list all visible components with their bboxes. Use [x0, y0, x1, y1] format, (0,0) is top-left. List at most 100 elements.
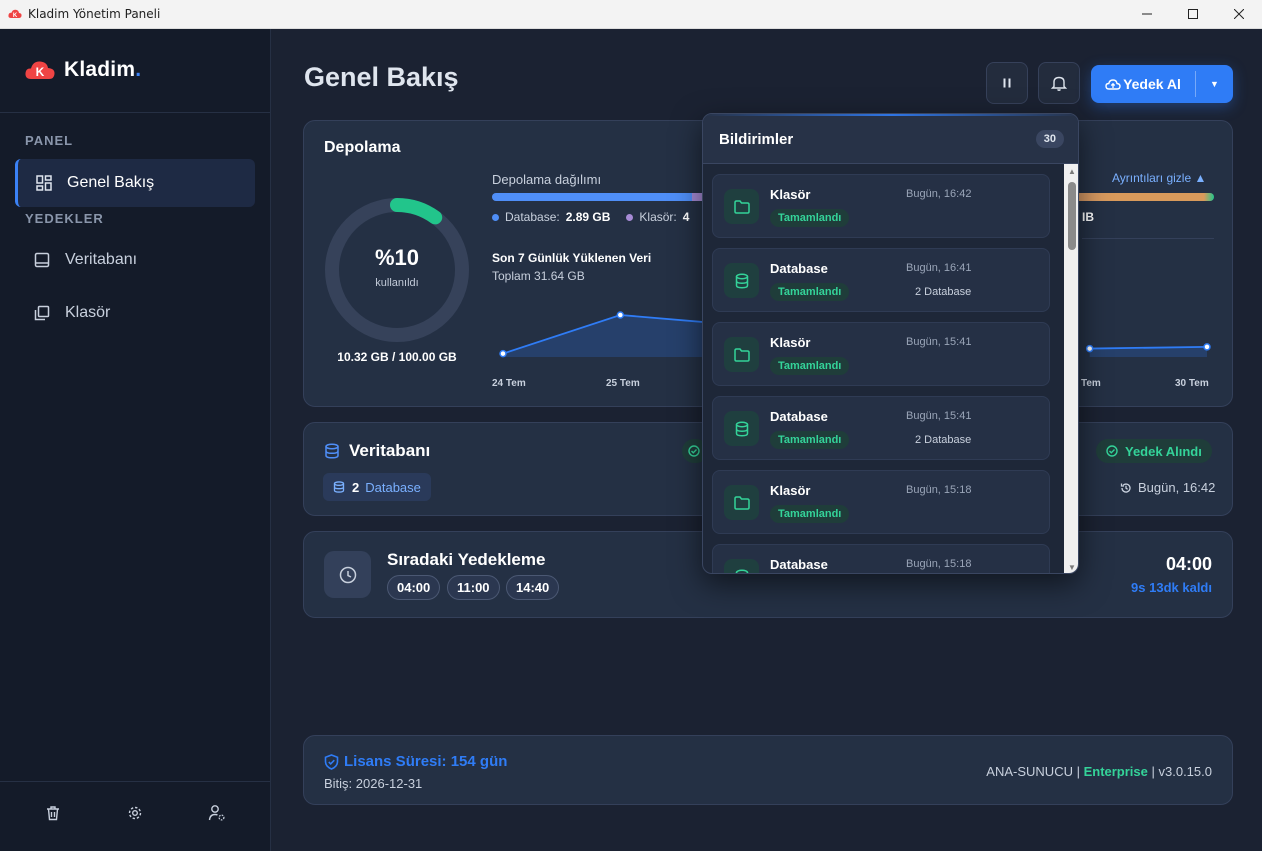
backup-button-group: Yedek Al ▼	[1091, 65, 1233, 103]
maximize-icon	[1188, 9, 1198, 19]
database-icon	[724, 559, 759, 573]
database-icon	[724, 263, 759, 298]
database-count: 2	[352, 479, 360, 495]
last-backup-text: Bugün, 16:42	[1138, 480, 1216, 495]
status-badge: Yedek Alındı	[1096, 439, 1212, 463]
close-window-button[interactable]	[1216, 0, 1262, 29]
user-settings-icon	[208, 805, 225, 821]
notification-name: Database	[770, 557, 828, 572]
notification-time: Bugün, 15:41	[906, 410, 972, 422]
database-count-chip[interactable]: 2 Database	[323, 473, 431, 501]
notification-item[interactable]: DatabaseBugün, 15:18Tamamlandı	[712, 544, 1050, 573]
sidebar-item-label: Veritabanı	[65, 251, 138, 268]
legend-divider	[1082, 238, 1214, 239]
svg-text:K: K	[13, 13, 18, 19]
notification-item[interactable]: Database Bugün, 16:41 Tamamlandı 2 Database	[712, 248, 1050, 312]
pause-icon	[1003, 78, 1011, 88]
database-icon	[333, 481, 345, 493]
notification-item[interactable]: Database Bugün, 15:41 Tamamlandı 2 Database	[712, 396, 1050, 460]
folder-icon	[724, 189, 759, 224]
notification-time: Bugün, 16:41	[906, 262, 972, 274]
minimize-button[interactable]	[1124, 0, 1170, 29]
legend-folder-value: 4	[682, 210, 690, 224]
chart-tick-label: 30 Tem	[1175, 378, 1209, 389]
notification-item[interactable]: Klasör Bugün, 15:18 Tamamlandı	[712, 470, 1050, 534]
notification-time: Bugün, 15:41	[906, 336, 972, 348]
chart-point	[1085, 344, 1094, 353]
backup-button-label: Yedek Al	[1123, 76, 1181, 92]
notifications-scrollbar[interactable]: ▲ ▼	[1064, 164, 1078, 573]
chart-total: Toplam 31.64 GB	[492, 269, 585, 283]
notification-status: Tamamlandı	[770, 209, 850, 227]
chart-tick-label: Tem	[1081, 378, 1101, 389]
clock-icon-box	[324, 551, 371, 598]
page-title: Genel Bakış	[304, 62, 459, 92]
legend-database-label: Database:	[505, 210, 560, 224]
notification-status: Tamamlandı	[770, 431, 850, 449]
trash-button[interactable]	[41, 801, 65, 825]
maximize-button[interactable]	[1170, 0, 1216, 29]
sidebar-item-overview[interactable]: Genel Bakış	[15, 159, 255, 207]
chart-point	[616, 311, 625, 319]
notifications-header: Bildirimler 30	[703, 114, 1078, 164]
legend-folder-label: Klasör:	[639, 210, 677, 224]
check-circle-icon	[688, 445, 700, 457]
caret-down-icon: ▼	[1210, 79, 1219, 89]
status-badge-text: Yedek Alındı	[1125, 443, 1202, 459]
license-title: Lisans Süresi: 154 gün	[324, 753, 507, 770]
notification-extra: 2 Database	[915, 434, 972, 446]
section-label-panel: PANEL	[25, 133, 74, 148]
notification-name: Klasör	[770, 483, 811, 498]
notification-item[interactable]: Klasör Bugün, 15:41 Tamamlandı	[712, 322, 1050, 386]
user-settings-button[interactable]	[205, 801, 229, 825]
notification-time: Bugün, 15:18	[906, 484, 972, 496]
legend-partial-value: IB	[1082, 210, 1094, 224]
license-card: Lisans Süresi: 154 gün Bitiş: 2026-12-31…	[303, 735, 1233, 805]
sidebar-item-database[interactable]: Veritabanı	[15, 236, 255, 284]
storage-percent: %10	[374, 245, 420, 270]
dashboard-icon	[35, 174, 53, 192]
sidebar-item-label: Klasör	[65, 304, 111, 321]
chart-tick-label: 25 Tem	[606, 378, 640, 389]
trash-icon	[47, 806, 59, 821]
bell-icon	[1050, 76, 1068, 91]
info-separator: |	[1072, 764, 1084, 779]
notification-status: Tamamlandı	[770, 505, 850, 523]
database-icon	[33, 251, 51, 269]
backup-dropdown-button[interactable]: ▼	[1196, 65, 1233, 103]
scroll-up-arrow[interactable]: ▲	[1064, 164, 1078, 178]
license-info: ANA-SUNUCU | Enterprise | v3.0.15.0	[986, 764, 1212, 779]
gear-icon	[128, 806, 142, 820]
backup-now-button[interactable]: Yedek Al	[1091, 65, 1195, 103]
folder-icon	[724, 485, 759, 520]
shield-check-icon	[324, 753, 339, 770]
hide-details-link[interactable]: Ayrıntıları gizle ▲	[1112, 171, 1206, 185]
scroll-down-arrow[interactable]: ▼	[1064, 560, 1078, 573]
license-edition: Enterprise	[1083, 764, 1148, 779]
sidebar-item-folder[interactable]: Klasör	[15, 289, 255, 337]
sidebar-divider	[0, 112, 271, 113]
notifications-button[interactable]	[1038, 62, 1080, 104]
app-logo-icon: K	[8, 9, 22, 19]
notification-item[interactable]: Klasör Bugün, 16:42 Tamamlandı	[712, 174, 1050, 238]
scroll-thumb[interactable]	[1068, 182, 1076, 250]
notifications-accent-line	[703, 114, 1078, 116]
legend-database-value: 2.89 GB	[565, 210, 611, 224]
history-icon	[1120, 482, 1131, 493]
schedule-time-pill[interactable]: 14:40	[506, 575, 560, 600]
cloud-upload-icon	[1105, 79, 1121, 90]
license-title-text: Lisans Süresi: 154 gün	[344, 753, 508, 770]
distribution-segment-database	[492, 193, 692, 201]
notification-name: Database	[770, 409, 828, 424]
folder-icon	[724, 337, 759, 372]
schedule-time-pill[interactable]: 11:00	[447, 575, 500, 600]
database-card-title-text: Veritabanı	[349, 441, 431, 460]
pause-button[interactable]	[986, 62, 1028, 104]
close-icon	[1234, 9, 1244, 19]
settings-button[interactable]	[123, 801, 147, 825]
storage-used-label: kullanıldı	[375, 277, 419, 289]
app-version: v3.0.15.0	[1158, 764, 1213, 779]
notification-name: Klasör	[770, 187, 811, 202]
database-card-title: Veritabanı	[324, 441, 430, 461]
schedule-time-pill[interactable]: 04:00	[387, 575, 441, 600]
